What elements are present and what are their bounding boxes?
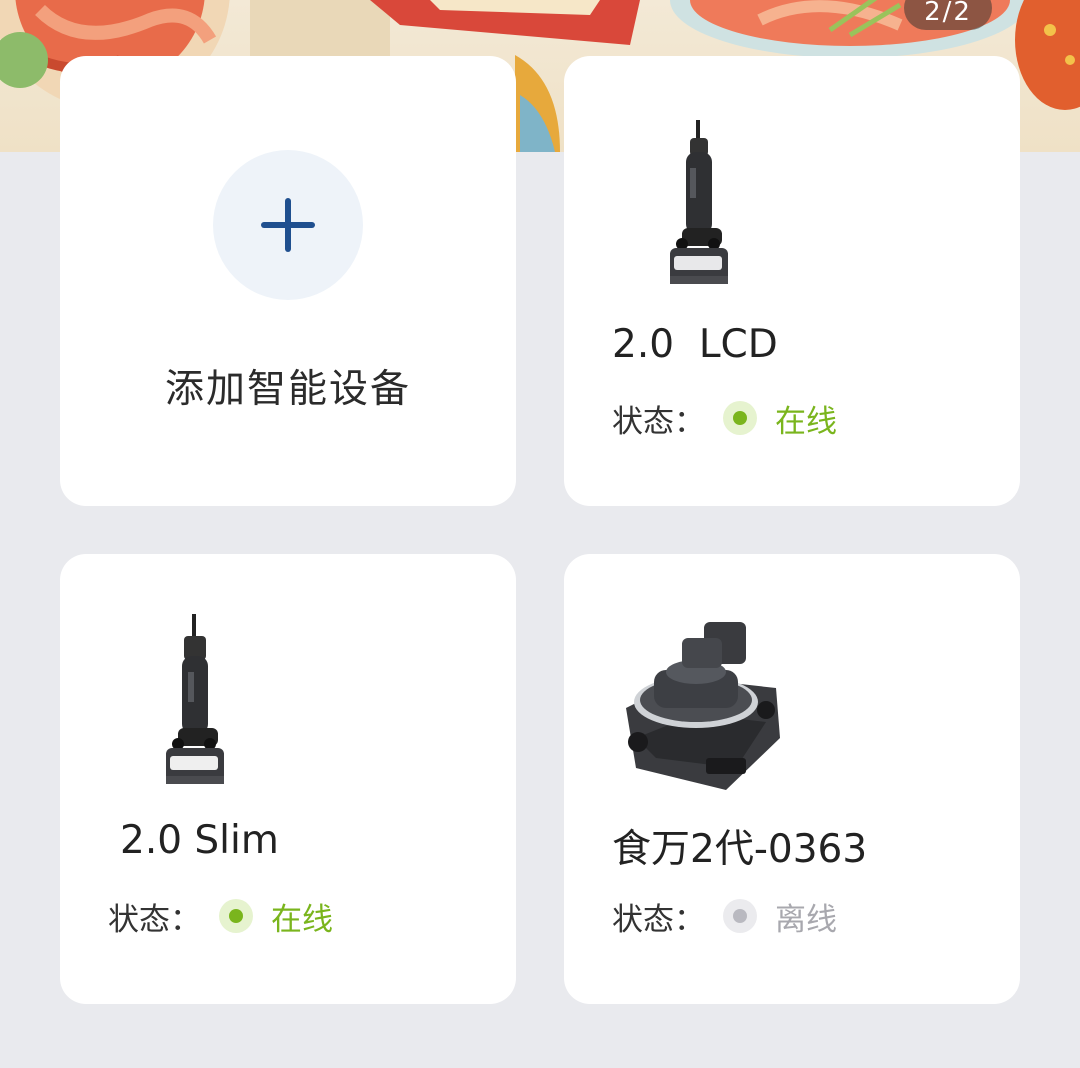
offline-status-icon [723, 899, 757, 933]
device-status: 状态： 在线 [108, 896, 333, 938]
device-card[interactable]: 食万2代-0363 状态： 离线 [564, 554, 1020, 1004]
status-label: 状态： [108, 901, 201, 938]
online-status-icon [219, 899, 253, 933]
device-name: 2.0 Slim [120, 818, 279, 863]
vacuum-cleaner-icon [166, 614, 224, 784]
status-label: 状态： [612, 901, 705, 938]
status-text: 在线 [775, 403, 837, 440]
add-device-card[interactable]: 添加智能设备 [60, 56, 516, 506]
device-status: 状态： 在线 [612, 398, 837, 440]
device-card[interactable]: 2.0 Slim 状态： 在线 [60, 554, 516, 1004]
device-status: 状态： 离线 [612, 896, 837, 938]
status-text: 离线 [775, 901, 837, 938]
online-status-icon [723, 401, 757, 435]
add-device-button[interactable] [213, 150, 363, 300]
device-card[interactable]: 2.0 LCD 状态： 在线 [564, 56, 1020, 506]
device-name: 2.0 LCD [612, 322, 778, 367]
status-label: 状态： [612, 403, 705, 440]
device-name: 食万2代-0363 [612, 827, 868, 872]
banner-page-indicator: 2/2 [904, 0, 992, 30]
cooking-machine-icon [626, 622, 780, 790]
vacuum-cleaner-icon [670, 120, 728, 284]
add-device-label: 添加智能设备 [164, 367, 411, 412]
plus-icon [261, 198, 315, 252]
status-text: 在线 [271, 901, 333, 938]
